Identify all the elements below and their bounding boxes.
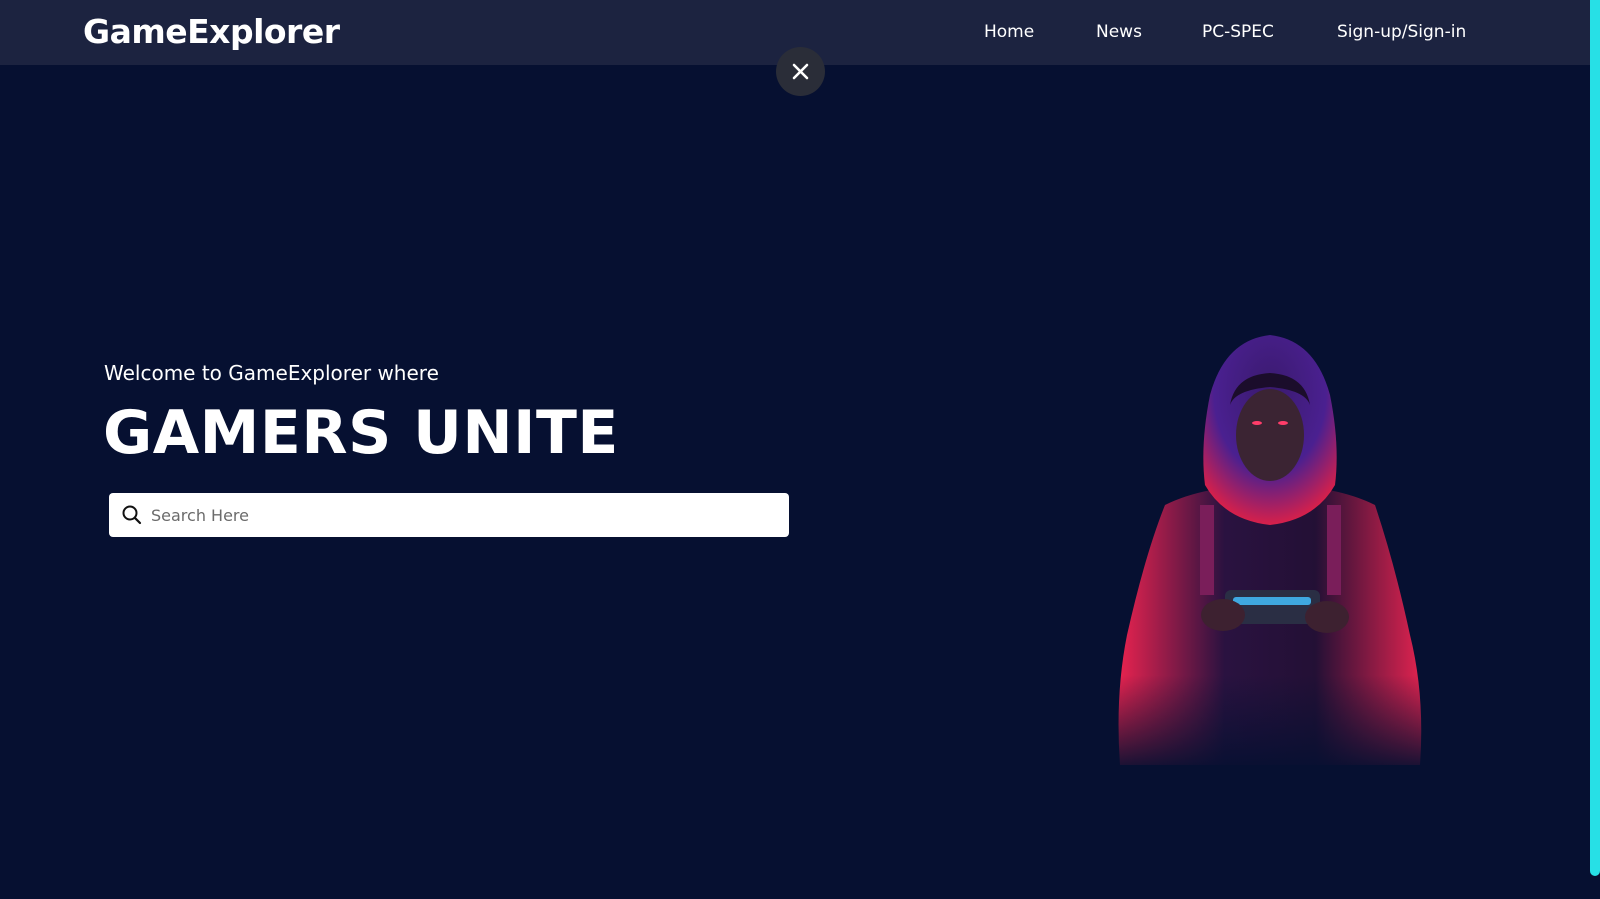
search-bar [109,493,789,537]
hero-title: GAMERS UNITE [103,398,619,468]
close-icon [792,63,809,80]
nav-link-pc-spec[interactable]: PC-SPEC [1202,20,1274,44]
nav-link-home[interactable]: Home [984,20,1034,44]
nav-link-news[interactable]: News [1096,20,1142,44]
welcome-text: Welcome to GameExplorer where [104,361,439,385]
page: GameExplorer Home News PC-SPEC Sign-up/S… [0,0,1600,899]
hooded-gamer-illustration [1105,335,1435,775]
brand-logo-link[interactable]: GameExplorer [83,12,340,52]
close-button[interactable] [776,47,825,96]
scrollbar-thumb[interactable] [1590,0,1600,876]
nav-link-sign-up-sign-in[interactable]: Sign-up/Sign-in [1337,20,1466,44]
search-input[interactable] [151,493,771,537]
search-icon [122,505,142,525]
